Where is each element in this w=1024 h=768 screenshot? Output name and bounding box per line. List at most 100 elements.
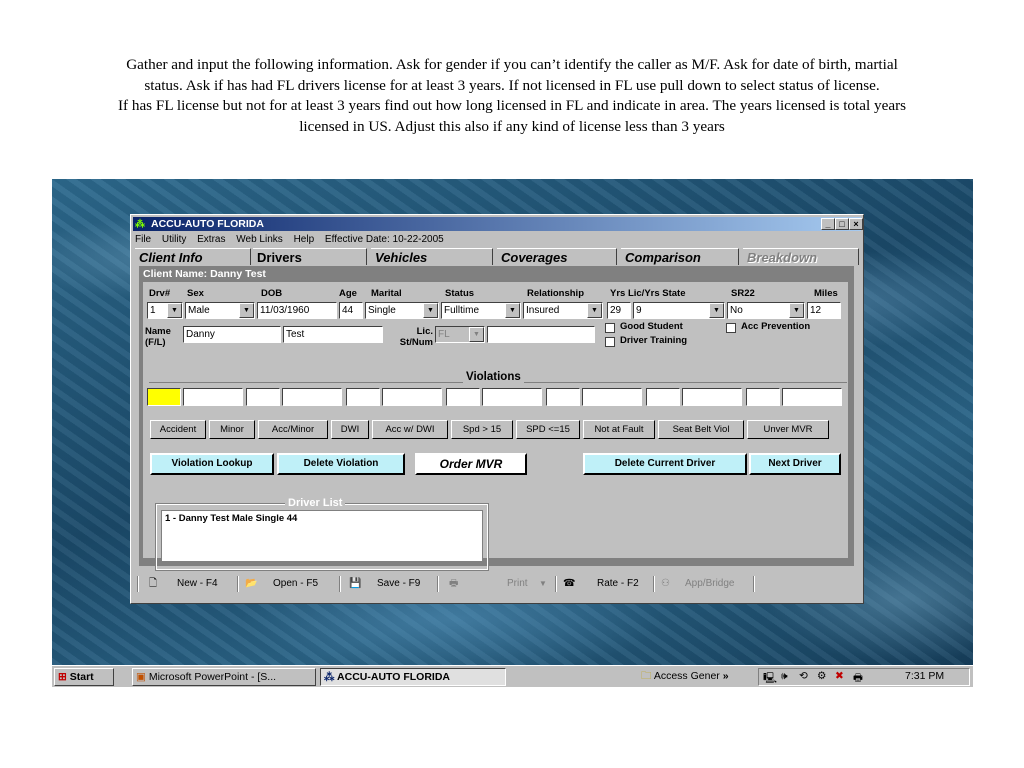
antivirus-icon[interactable]: ⚙ [817,670,826,682]
minimize-button[interactable]: _ [821,218,835,230]
tab-comparison[interactable]: Comparison [621,248,739,265]
dropdown-arrow-icon[interactable]: ▼ [587,303,602,318]
network-icon[interactable]: 🖳 [763,670,777,688]
taskbar-accu-auto[interactable]: ⁂ ACCU-AUTO FLORIDA [320,668,506,686]
violation-code-field[interactable] [346,388,380,406]
acc-minor-button[interactable]: Acc/Minor [258,420,328,439]
sex-value: Male [188,305,210,316]
minor-button[interactable]: Minor [209,420,255,439]
violation-code-field[interactable] [446,388,480,406]
last-name-field[interactable]: Test [283,326,383,343]
violation-date-field[interactable] [482,388,542,406]
dropdown-arrow-icon[interactable]: ▼ [789,303,804,318]
license-state-select[interactable]: FL ▼ [435,326,485,343]
tab-coverages[interactable]: Coverages [497,248,617,265]
taskbar-powerpoint[interactable]: ▣ Microsoft PowerPoint - [S... [132,668,316,686]
good-student-label: Good Student [620,321,683,332]
delete-violation-button[interactable]: Delete Violation [277,453,405,475]
status-value: Fulltime [444,305,480,316]
close-button[interactable]: × [849,218,863,230]
violation-date-field[interactable] [582,388,642,406]
order-mvr-button[interactable]: Order MVR [415,453,527,475]
rate-button[interactable]: Rate - F2 [597,576,639,592]
dropdown-arrow-icon[interactable]: ▼ [709,303,724,318]
open-button[interactable]: Open - F5 [273,576,318,592]
first-name-field[interactable]: Danny [183,326,281,343]
sync-icon[interactable]: ⟲ [799,670,808,682]
license-number-field[interactable] [487,326,595,343]
clock[interactable]: 7:31 PM [905,670,944,682]
seat-belt-button[interactable]: Seat Belt Viol [658,420,744,439]
windows-logo-icon: ⊞ [58,671,67,683]
status-select[interactable]: Fulltime ▼ [441,302,521,319]
menu-file[interactable]: File [135,234,151,245]
dropdown-arrow-icon[interactable]: ▼ [239,303,254,318]
violation-lookup-button[interactable]: Violation Lookup [150,453,274,475]
speed-over-15-button[interactable]: Spd > 15 [451,420,513,439]
new-button[interactable]: New - F4 [177,576,218,592]
driver-list[interactable]: 1 - Danny Test Male Single 44 [161,510,483,562]
title-bar[interactable]: ⁂ ACCU-AUTO FLORIDA _ □ × [133,217,863,231]
violation-code-field[interactable] [746,388,780,406]
sr22-select[interactable]: No ▼ [727,302,805,319]
accident-button[interactable]: Accident [150,420,206,439]
violation-date-field[interactable] [183,388,243,406]
violation-date-field[interactable] [682,388,742,406]
more-chevron[interactable]: » [723,670,729,682]
print-button: Print [507,578,528,589]
relationship-select[interactable]: Insured ▼ [523,302,603,319]
acc-prevention-checkbox[interactable] [726,323,736,333]
printer-icon: 🖶 [449,578,459,589]
age-field[interactable]: 44 [339,302,363,319]
window-title: ACCU-AUTO FLORIDA [151,218,264,230]
menu-help[interactable]: Help [294,234,315,245]
dropdown-arrow-icon[interactable]: ▼ [469,327,484,342]
violation-date-field[interactable] [282,388,342,406]
dob-field[interactable]: 11/03/1960 [257,302,337,319]
header-sex: Sex [187,288,204,299]
dwi-button[interactable]: DWI [331,420,369,439]
dropdown-arrow-icon[interactable]: ▼ [167,303,182,318]
miles-field[interactable]: 12 [807,302,841,319]
marital-select[interactable]: Single ▼ [365,302,439,319]
yrs-licensed-field[interactable]: 29 [607,302,631,319]
menu-extras[interactable]: Extras [197,234,225,245]
violation-code-field[interactable] [646,388,680,406]
dropdown-arrow-icon[interactable]: ▼ [423,303,438,318]
menu-web-links[interactable]: Web Links [236,234,283,245]
unverified-mvr-button[interactable]: Unver MVR [747,420,829,439]
acc-prevention-label: Acc Prevention [741,321,811,332]
tab-client-info[interactable]: Client Info [135,248,251,265]
printer-tray-icon[interactable]: 🖶 [853,670,863,688]
speaker-icon[interactable]: 🕪 [781,670,788,683]
menu-utility[interactable]: Utility [162,234,186,245]
acc-with-dwi-button[interactable]: Acc w/ DWI [372,420,448,439]
violation-date-field[interactable] [382,388,442,406]
driver-number-select[interactable]: 1 ▼ [147,302,183,319]
maximize-button[interactable]: □ [835,218,849,230]
driver-training-checkbox[interactable] [605,337,615,347]
instruction-line-4: licensed in US. Adjust this also if any … [299,117,725,135]
violation-code-field[interactable] [147,388,181,406]
start-button[interactable]: ⊞ Start [54,668,114,686]
dropdown-arrow-icon[interactable]: ▼ [505,303,520,318]
list-item[interactable]: 1 - Danny Test Male Single 44 [165,513,479,524]
not-at-fault-button[interactable]: Not at Fault [583,420,655,439]
next-driver-button[interactable]: Next Driver [749,453,841,475]
quicklaunch-access[interactable]: 🗀 Access Gener » [638,668,742,686]
speed-under-15-button[interactable]: SPD <=15 [516,420,580,439]
sex-select[interactable]: Male ▼ [185,302,255,319]
violation-code-field[interactable] [246,388,280,406]
license-state-value: FL [438,329,450,340]
violation-code-field[interactable] [546,388,580,406]
violation-date-field[interactable] [782,388,842,406]
tab-drivers[interactable]: Drivers [253,248,367,265]
good-student-checkbox[interactable] [605,323,615,333]
tab-vehicles[interactable]: Vehicles [371,248,493,265]
yrs-state-select[interactable]: 9 ▼ [633,302,725,319]
save-button[interactable]: Save - F9 [377,576,420,592]
header-yrs-lic: Yrs Lic/Yrs State [610,288,686,299]
taskbar: ⊞ Start ▣ Microsoft PowerPoint - [S... ⁂… [52,665,973,687]
delete-current-driver-button[interactable]: Delete Current Driver [583,453,747,475]
alert-icon[interactable]: ✖ [835,670,844,682]
